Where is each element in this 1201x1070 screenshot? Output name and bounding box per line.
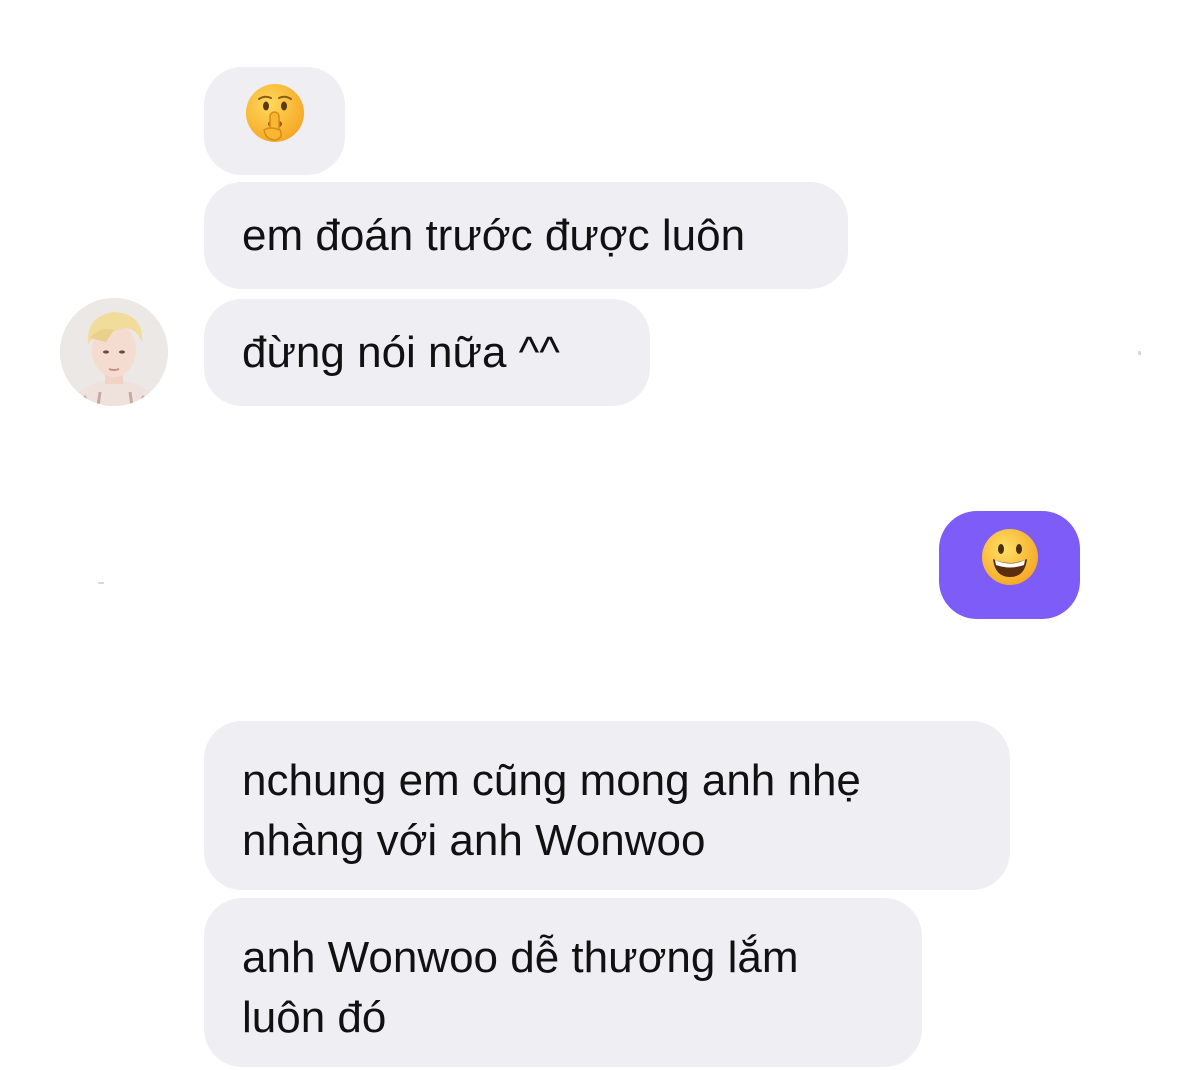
- message-text-line: anh Wonwoo dễ thương lắm: [242, 933, 799, 982]
- message-text: em đoán trước được luôn: [242, 210, 746, 260]
- shushing-face-emoji-icon: [244, 82, 306, 160]
- message-bubble-emoji-shush[interactable]: [204, 67, 345, 175]
- message-text: đừng nói nữa ^^: [242, 327, 560, 377]
- message-bubble-incoming[interactable]: em đoán trước được luôn: [204, 182, 848, 289]
- message-bubble-incoming[interactable]: nchung em cũng mong anh nhẹ nhàng với an…: [204, 721, 1010, 890]
- contact-avatar[interactable]: [60, 298, 168, 406]
- divider-mark: [98, 582, 104, 584]
- grinning-face-emoji-icon: [980, 527, 1040, 603]
- avatar-portrait-image: [60, 298, 168, 406]
- message-text-line: luôn đó: [242, 993, 387, 1042]
- message-bubble-incoming[interactable]: đừng nói nữa ^^: [204, 299, 650, 406]
- divider-mark: [1138, 351, 1141, 355]
- message-text-line: nhàng với anh Wonwoo: [242, 816, 706, 865]
- message-text-line: nchung em cũng mong anh nhẹ: [242, 756, 861, 805]
- message-bubble-incoming[interactable]: anh Wonwoo dễ thương lắm luôn đó: [204, 898, 922, 1067]
- message-bubble-outgoing-emoji[interactable]: [939, 511, 1080, 619]
